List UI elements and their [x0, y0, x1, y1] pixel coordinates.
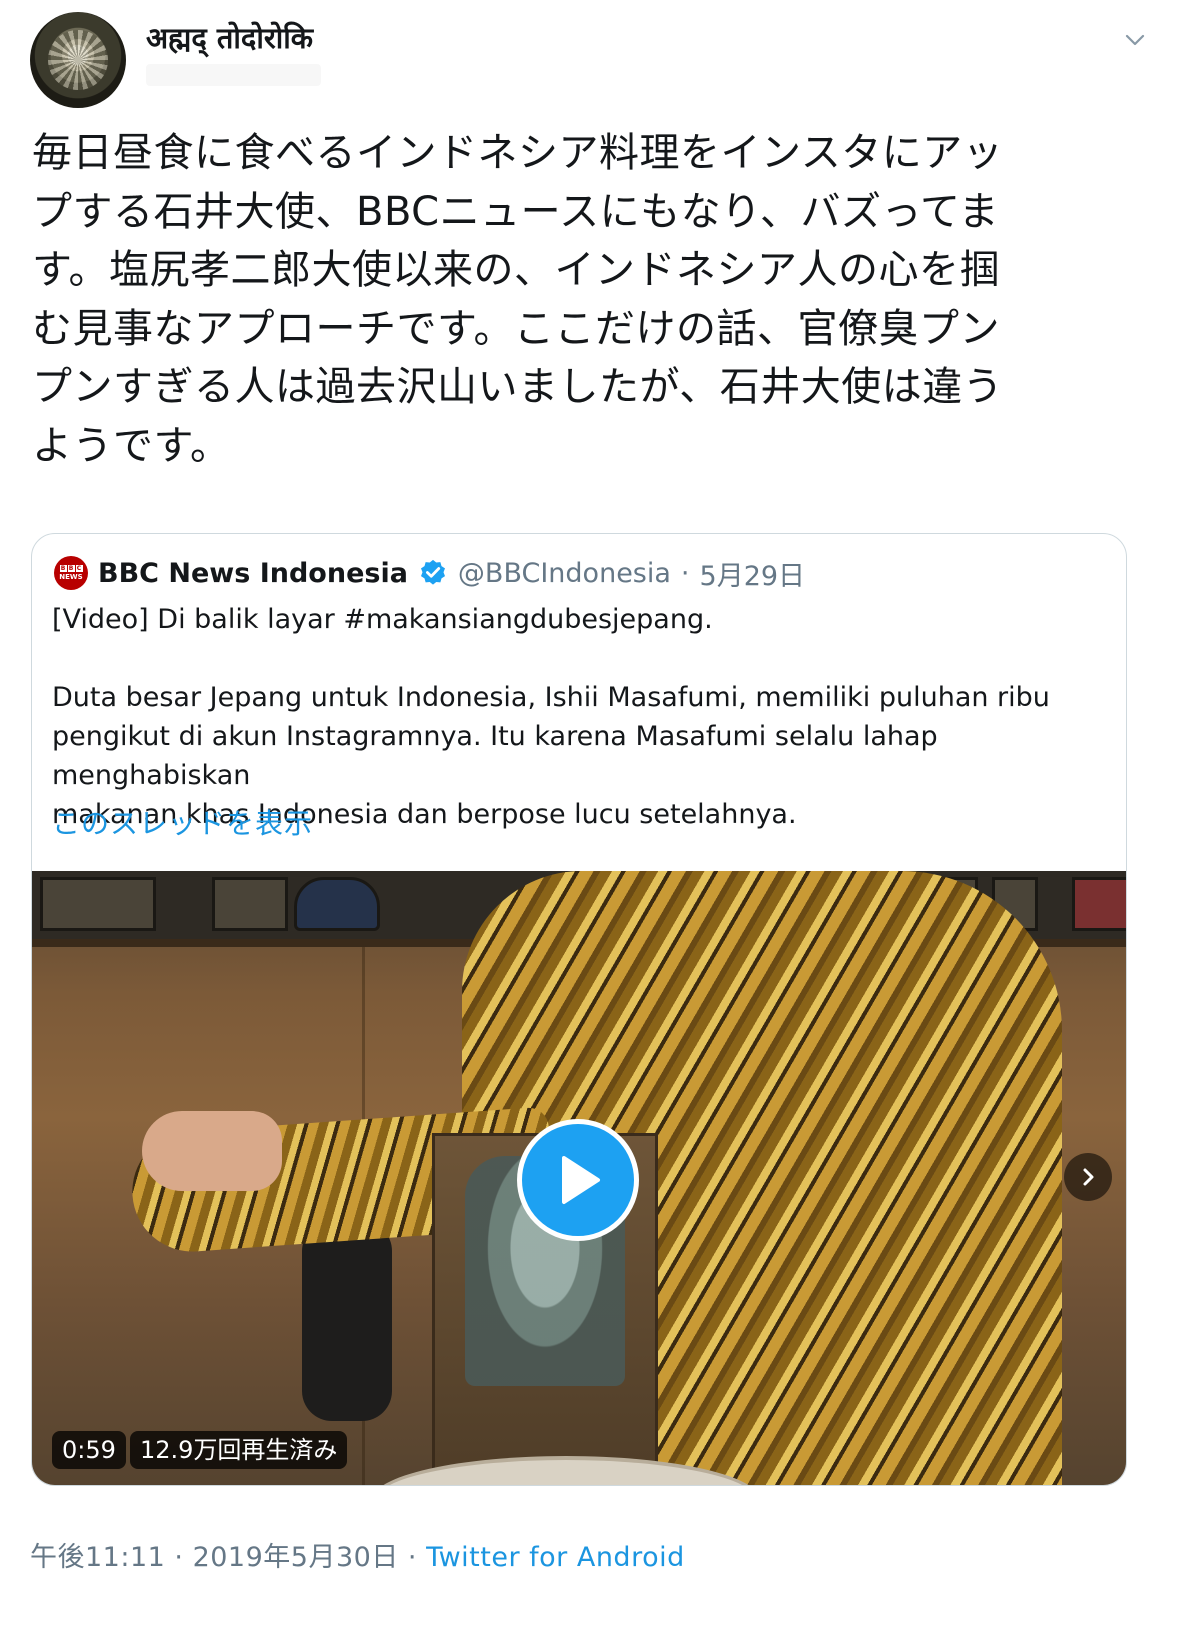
quoted-author-name[interactable]: BBC News Indonesia [98, 558, 408, 589]
footer-separator: · [165, 1542, 193, 1573]
author-display-name[interactable]: अह्मद् तोदोरोकि [146, 18, 313, 57]
author-handle-redacted [146, 64, 321, 86]
quoted-tweet-card[interactable]: BBC NEWS BBC News Indonesia @BBCIndonesi… [31, 533, 1127, 1486]
tweet-footer: 午後11:11 · 2019年5月30日 · Twitter for Andro… [30, 1535, 685, 1574]
show-thread-link[interactable]: このスレッドを表示 [52, 802, 313, 842]
verified-badge-icon [420, 559, 445, 585]
footer-separator: · [398, 1542, 427, 1573]
quoted-tweet-date[interactable]: 5月29日 [700, 554, 806, 593]
tweet-time[interactable]: 午後11:11 [30, 1542, 165, 1573]
avatar-image [48, 30, 108, 90]
tweet-text: 毎日昼食に食べるインドネシア料理をインスタにアッ プする石井大使、BBCニュース… [32, 130, 1004, 469]
tweet-date[interactable]: 2019年5月30日 [193, 1542, 399, 1573]
video-views-badge: 12.9万回再生済み [130, 1431, 348, 1469]
bbc-logo-icon[interactable]: BBC NEWS [54, 556, 88, 590]
author-avatar[interactable] [30, 12, 126, 108]
separator-dot: · [680, 557, 690, 589]
play-icon [562, 1156, 600, 1204]
tweet-source-link[interactable]: Twitter for Android [426, 1542, 685, 1573]
chevron-down-icon[interactable] [1123, 28, 1147, 52]
quoted-tweet-text: [Video] Di balik layar #makansiangdubesj… [52, 604, 1050, 830]
chevron-right-icon [1083, 1168, 1094, 1186]
quoted-author-handle[interactable]: @BBCIndonesia [458, 558, 671, 589]
video-player[interactable]: 0:59 12.9万回再生済み [32, 871, 1126, 1485]
next-media-button[interactable] [1064, 1153, 1112, 1201]
video-duration-badge: 0:59 [52, 1431, 126, 1469]
play-button[interactable] [517, 1119, 639, 1241]
quoted-tweet-header: BBC NEWS BBC News Indonesia @BBCIndonesi… [54, 554, 806, 593]
